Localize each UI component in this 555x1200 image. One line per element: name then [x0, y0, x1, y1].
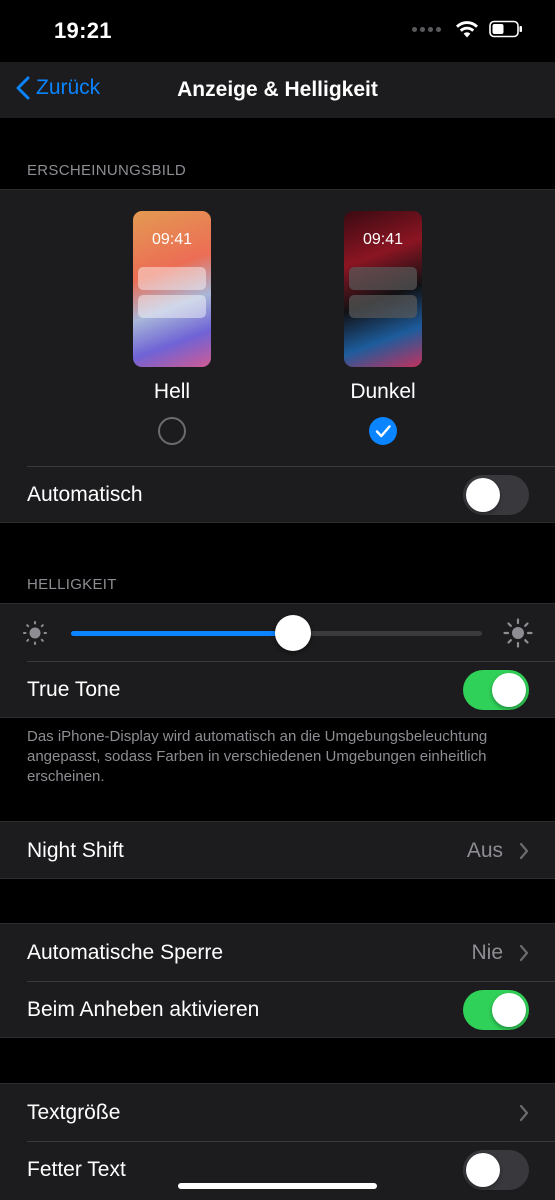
brightness-slider-fill	[71, 631, 293, 636]
preview-notification	[138, 295, 206, 318]
preview-notification	[138, 267, 206, 290]
automatic-toggle[interactable]	[463, 475, 529, 515]
light-mode-preview[interactable]: 09:41	[133, 211, 211, 367]
night-shift-group: Night Shift Aus	[0, 821, 555, 879]
night-shift-value: Aus	[466, 839, 503, 862]
bold-text-row: Fetter Text	[0, 1141, 555, 1198]
automatic-row: Automatisch	[0, 466, 555, 523]
light-mode-radio[interactable]	[158, 417, 186, 445]
chevron-right-icon	[519, 944, 529, 962]
chevron-right-icon	[519, 842, 529, 860]
lock-group: Automatische Sperre Nie Beim Anheben akt…	[0, 923, 555, 1038]
sun-small-icon	[23, 621, 47, 645]
status-icons	[412, 20, 523, 38]
raise-to-wake-row: Beim Anheben aktivieren	[0, 981, 555, 1038]
raise-to-wake-toggle[interactable]	[463, 990, 529, 1030]
signal-dots-icon	[412, 26, 441, 32]
auto-lock-label: Automatische Sperre	[27, 941, 224, 964]
checkmark-icon	[375, 425, 391, 438]
battery-icon	[489, 20, 522, 38]
light-preview-time: 09:41	[151, 231, 193, 248]
true-tone-toggle[interactable]	[463, 670, 529, 710]
brightness-group: True Tone	[0, 603, 555, 718]
appearance-group: 09:41 Hell 09:41 Dunkel Automatisch	[0, 189, 555, 523]
home-indicator	[178, 1183, 377, 1189]
auto-lock-row[interactable]: Automatische Sperre Nie	[0, 924, 555, 981]
dark-preview-time: 09:41	[362, 231, 404, 248]
preview-notification	[349, 267, 417, 290]
true-tone-row: True Tone	[0, 661, 555, 718]
night-shift-row[interactable]: Night Shift Aus	[0, 822, 555, 879]
bold-text-toggle[interactable]	[463, 1150, 529, 1190]
brightness-slider[interactable]	[71, 615, 482, 651]
text-size-label: Textgröße	[27, 1101, 121, 1124]
raise-to-wake-label: Beim Anheben aktivieren	[27, 998, 260, 1021]
chevron-right-icon	[519, 1104, 529, 1122]
dark-mode-preview[interactable]: 09:41	[344, 211, 422, 367]
brightness-header: HELLIGKEIT	[27, 576, 117, 593]
sun-large-icon	[503, 618, 533, 648]
light-mode-label: Hell	[153, 380, 191, 403]
status-bar: 19:21	[0, 0, 555, 62]
dark-mode-label: Dunkel	[350, 380, 416, 403]
page-title: Anzeige & Helligkeit	[177, 78, 378, 101]
automatic-label: Automatisch	[27, 483, 143, 506]
true-tone-label: True Tone	[27, 678, 121, 701]
status-time: 19:21	[54, 18, 112, 43]
preview-notification	[349, 295, 417, 318]
night-shift-label: Night Shift	[27, 839, 124, 862]
navigation-bar: Zurück Anzeige & Helligkeit	[0, 62, 555, 118]
bold-text-label: Fetter Text	[27, 1158, 126, 1181]
auto-lock-value: Nie	[471, 941, 503, 964]
true-tone-description: Das iPhone-Display wird automatisch an d…	[27, 728, 488, 785]
appearance-header: ERSCHEINUNGSBILD	[27, 162, 186, 179]
brightness-slider-thumb[interactable]	[274, 615, 311, 651]
wifi-icon	[456, 21, 478, 38]
dark-mode-radio[interactable]	[369, 417, 397, 445]
text-size-row[interactable]: Textgröße	[0, 1084, 555, 1141]
